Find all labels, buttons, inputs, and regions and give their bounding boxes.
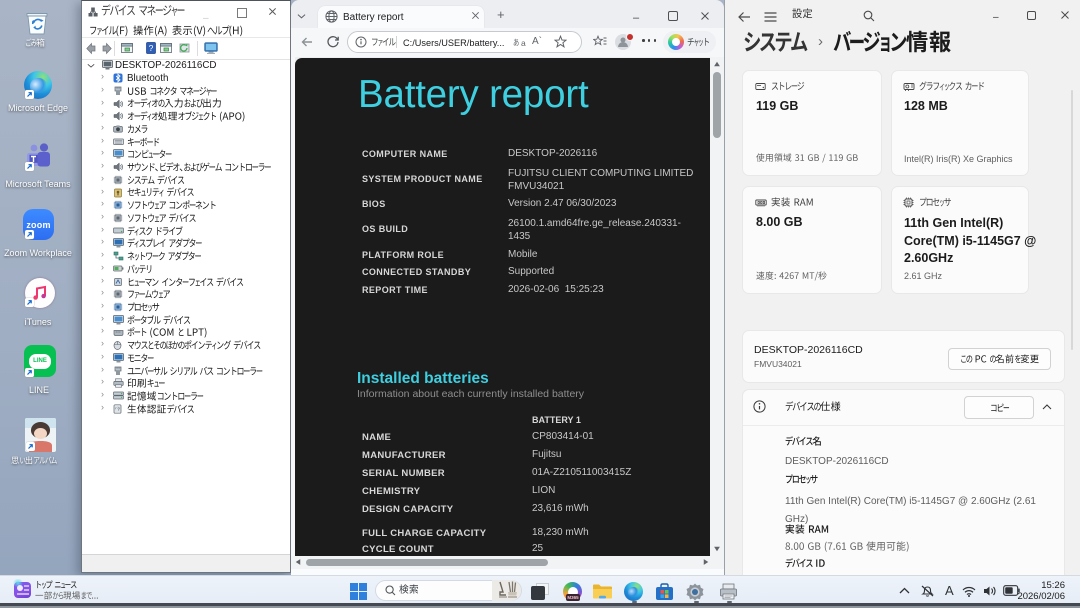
svg-text:?: ? — [149, 43, 154, 53]
